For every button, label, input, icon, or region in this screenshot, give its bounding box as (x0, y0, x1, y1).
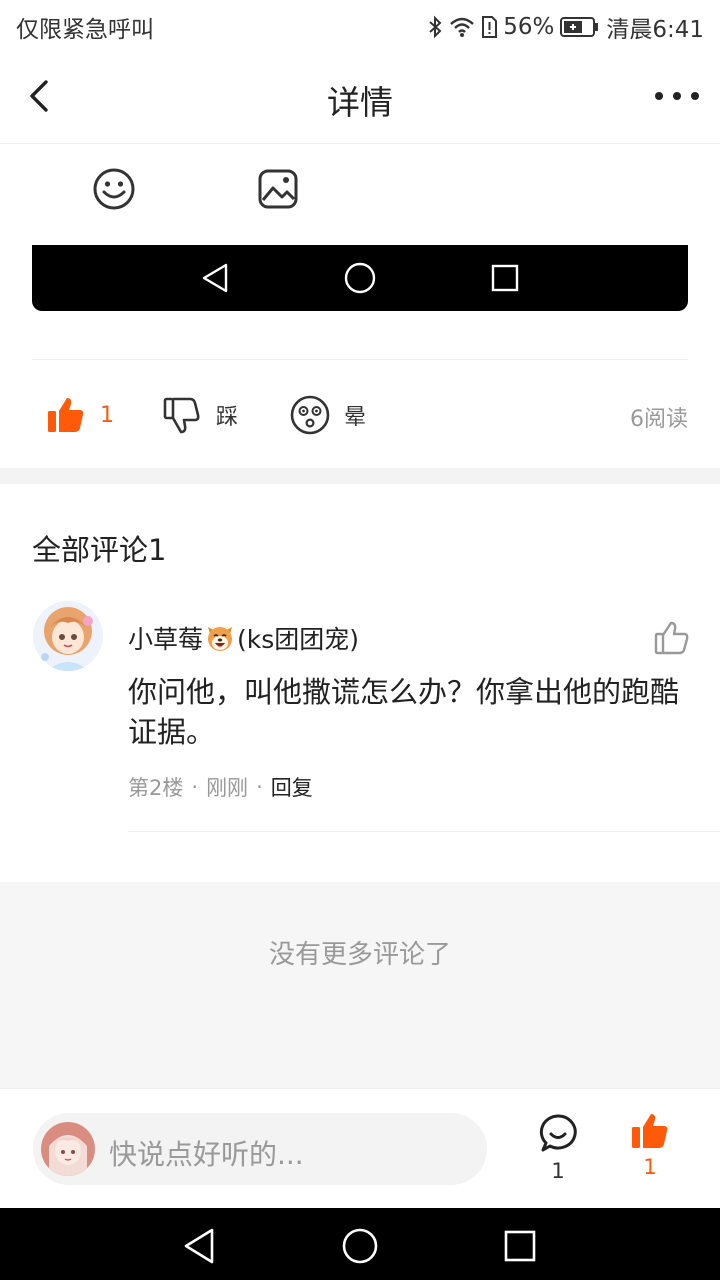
sim-alert-icon (482, 16, 498, 38)
home-circle-icon (342, 1228, 378, 1264)
divider (128, 831, 720, 832)
battery-percent: 56% (503, 14, 555, 40)
dislike-reaction-button[interactable]: 踩 (162, 393, 238, 437)
separator-dot: · (191, 775, 199, 799)
reply-button[interactable]: 回复 (271, 772, 313, 802)
separator-dot: · (256, 775, 263, 799)
system-recents-button[interactable] (500, 1226, 540, 1266)
bottom-bar: 快说点好听的... 1 1 (0, 1088, 720, 1208)
like-reaction-button[interactable]: 1 (46, 393, 114, 437)
carrier-text: 仅限紧急呼叫 (16, 17, 154, 43)
status-bar: 仅限紧急呼叫 56% 清晨6:41 (0, 0, 720, 50)
image-icon (258, 169, 298, 209)
system-home-button[interactable] (340, 1226, 380, 1266)
home-circle-icon (344, 262, 376, 294)
image-button[interactable] (256, 167, 300, 211)
back-triangle-icon (184, 1228, 214, 1264)
comment-floor: 第2楼 (128, 776, 184, 800)
comment-text: 你问他，叫他撒谎怎么办？你拿出他的跑酷证据。 (128, 675, 680, 749)
emoji-button[interactable] (92, 167, 136, 211)
wifi-icon (450, 17, 475, 37)
comment-like-button[interactable] (652, 618, 692, 658)
bluetooth-icon (429, 15, 442, 39)
read-count: 6阅读 (630, 407, 688, 432)
avatar[interactable] (33, 601, 103, 671)
comment-time: 刚刚 (206, 776, 249, 800)
comment-meta: 第2楼 · 刚刚 · 回复 (128, 772, 313, 802)
reactions-row: 1 踩 晕 6阅读 (32, 385, 688, 445)
avatar-image (33, 601, 103, 671)
clock: 清晨6:41 (606, 17, 704, 43)
comments-header: 全部评论1 (32, 533, 167, 567)
more-dots-icon (655, 92, 699, 100)
user-avatar-image (41, 1122, 95, 1176)
section-divider (0, 468, 720, 484)
likes-button[interactable]: 1 (624, 1111, 676, 1189)
system-back-button[interactable] (180, 1226, 220, 1266)
more-button[interactable] (652, 74, 702, 118)
dizzy-reaction-button[interactable]: 晕 (290, 393, 366, 437)
input-placeholder: 快说点好听的... (109, 1138, 304, 1171)
system-nav-bar (0, 1208, 720, 1280)
dizzy-face-icon (290, 395, 330, 435)
user-avatar (41, 1122, 95, 1176)
thumbs-up-filled-icon (632, 1114, 668, 1148)
divider (32, 359, 688, 360)
page-title: 详情 (327, 83, 393, 122)
battery-charging-icon (560, 17, 599, 37)
dog-face-emoji-icon (208, 627, 233, 651)
comment-bubble-icon (539, 1114, 577, 1152)
smiley-icon (93, 168, 135, 210)
recents-square-icon (504, 1230, 536, 1262)
no-more-comments-text: 没有更多评论了 (268, 940, 451, 970)
like-count: 1 (643, 1155, 657, 1179)
back-triangle-icon (202, 263, 228, 293)
comment-input[interactable]: 快说点好听的... (33, 1113, 487, 1185)
like-count: 1 (100, 402, 114, 428)
username-suffix: (ks团团宠) (237, 625, 360, 654)
end-of-comments: 没有更多评论了 (0, 882, 720, 1088)
dislike-label: 踩 (216, 405, 239, 430)
thumbs-up-filled-icon (48, 398, 84, 432)
thumbs-up-outline-icon (654, 621, 689, 655)
comment-username[interactable]: 小草莓 (ks团团宠) (128, 620, 359, 656)
dizzy-label: 晕 (344, 405, 367, 430)
username-prefix: 小草莓 (128, 625, 204, 654)
thumbs-down-icon (163, 397, 200, 434)
status-icons: 56% 清晨6:41 (427, 10, 704, 44)
recents-square-icon (491, 264, 519, 292)
embedded-nav-image (32, 245, 688, 311)
comments-button[interactable]: 1 (532, 1113, 584, 1189)
comment-count: 1 (551, 1159, 565, 1183)
nav-bar: 详情 (0, 50, 720, 144)
